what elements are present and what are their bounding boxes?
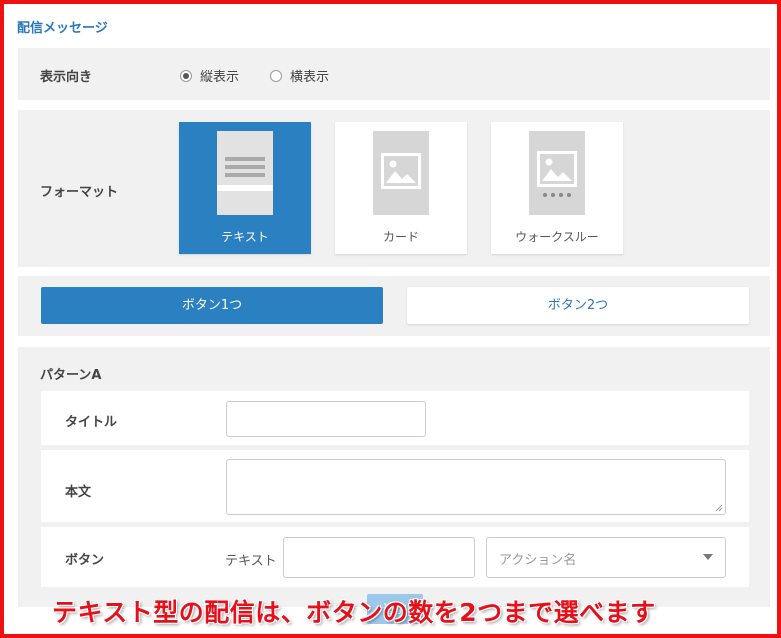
- format-option-walkthrough-label: ウォークスルー: [515, 230, 599, 244]
- format-option-text-label: テキスト: [221, 230, 269, 244]
- text-layout-icon: [217, 131, 273, 215]
- two-button-option[interactable]: ボタン2つ: [407, 287, 749, 324]
- format-label: フォーマット: [40, 185, 119, 200]
- body-row: 本文: [41, 450, 749, 522]
- resize-handle-icon[interactable]: [715, 504, 723, 512]
- orientation-panel: 表示向き 縦表示 横表示: [18, 48, 770, 100]
- title-row: タイトル: [41, 391, 749, 445]
- radio-landscape-indicator[interactable]: [270, 69, 282, 82]
- one-button-option[interactable]: ボタン1つ: [41, 287, 383, 324]
- image-card-icon: [373, 131, 429, 215]
- radio-landscape[interactable]: 横表示: [270, 66, 329, 85]
- format-option-walkthrough[interactable]: ウォークスルー: [491, 122, 623, 254]
- radio-portrait-indicator[interactable]: [180, 69, 192, 82]
- format-option-text[interactable]: テキスト: [179, 122, 311, 254]
- button-row: ボタン テキスト アクション名: [41, 527, 749, 587]
- radio-portrait-label: 縦表示: [200, 70, 240, 85]
- chevron-down-icon: [703, 554, 713, 560]
- pattern-title: パターンA: [40, 368, 102, 383]
- format-option-card-label: カード: [382, 230, 419, 244]
- body-textarea[interactable]: [226, 459, 726, 515]
- action-select-placeholder: アクション名: [499, 553, 577, 568]
- format-option-card[interactable]: カード: [335, 122, 467, 254]
- button-text-input[interactable]: [283, 537, 475, 578]
- title-input[interactable]: [226, 401, 426, 437]
- title-field-label: タイトル: [65, 415, 118, 430]
- body-field-label: 本文: [65, 485, 92, 500]
- carousel-icon: [529, 131, 585, 215]
- button-text-label: テキスト: [225, 554, 277, 569]
- annotation-caption: テキスト型の配信は、ボタンの数を2つまで選べます: [52, 598, 656, 627]
- page-title: 配信メッセージ: [17, 21, 108, 36]
- button-field-label: ボタン: [65, 553, 105, 568]
- radio-landscape-label: 横表示: [290, 70, 330, 85]
- orientation-label: 表示向き: [40, 70, 93, 85]
- action-select[interactable]: アクション名: [486, 537, 726, 578]
- radio-portrait[interactable]: 縦表示: [180, 66, 239, 85]
